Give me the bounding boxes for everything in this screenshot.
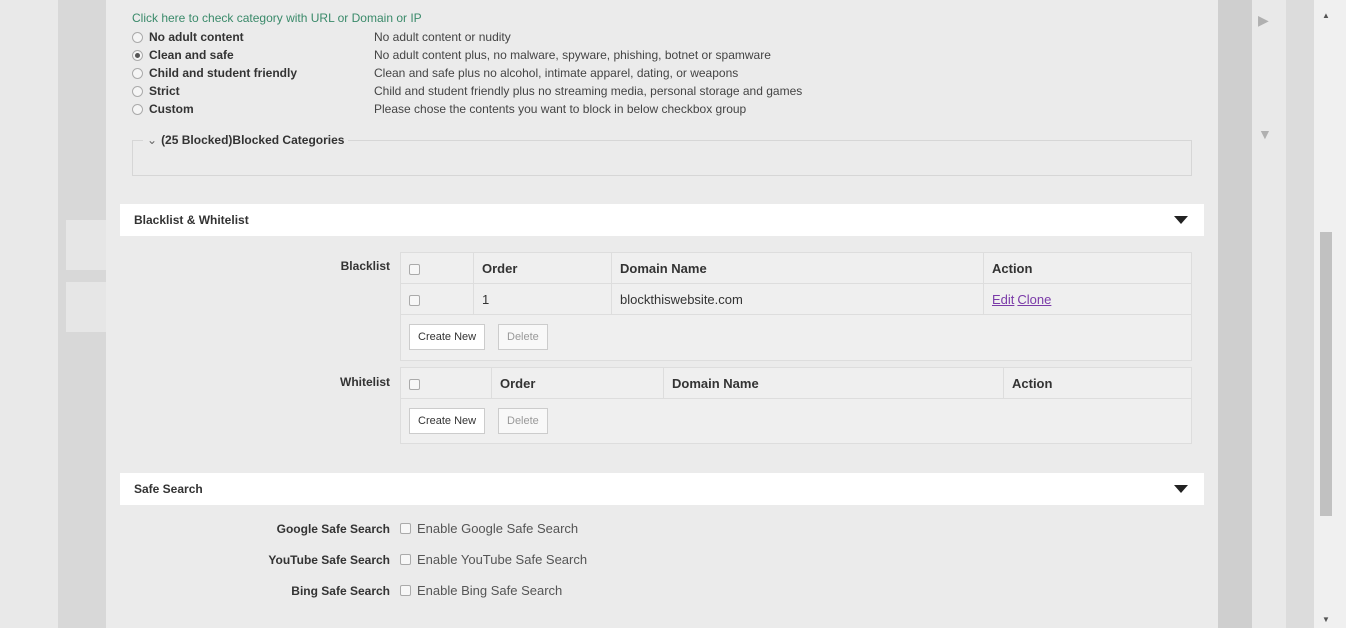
triangle-down-icon: ▼ — [1258, 126, 1272, 142]
blacklist-label: Blacklist — [340, 259, 390, 273]
blacklist-whitelist-header[interactable]: Blacklist & Whitelist — [120, 204, 1204, 236]
option-label: Enable Bing Safe Search — [417, 583, 563, 598]
whitelist-button-row: Create New Delete — [401, 399, 1191, 443]
background-block — [66, 220, 106, 270]
section-title: Safe Search — [134, 482, 203, 496]
play-icon: ▶ — [1258, 12, 1269, 28]
checkbox-icon[interactable] — [400, 585, 411, 596]
whitelist-label: Whitelist — [340, 375, 390, 389]
radio-label: No adult content — [149, 30, 244, 44]
main-panel: Click here to check category with URL or… — [106, 0, 1218, 628]
checkbox-icon[interactable] — [409, 264, 420, 276]
scroll-down-icon[interactable]: ▼ — [1322, 616, 1330, 624]
blacklist-table: Order Domain Name Action 1 blockthiswebs… — [400, 252, 1192, 361]
header-action: Action — [983, 253, 1191, 284]
radio-icon[interactable] — [132, 85, 143, 97]
section-title: Blacklist & Whitelist — [134, 213, 249, 227]
chevron-down-icon[interactable]: ⌄ — [147, 133, 157, 147]
blacklist-button-row: Create New Delete — [401, 315, 1191, 359]
bing-safe-search-label: Bing Safe Search — [291, 584, 390, 598]
row-domain-name: blockthiswebsite.com — [611, 284, 983, 315]
google-safe-search-label: Google Safe Search — [276, 522, 390, 536]
checkbox-icon[interactable] — [409, 379, 420, 391]
radio-description: Child and student friendly plus no strea… — [374, 84, 803, 98]
edit-link[interactable]: Edit — [992, 292, 1014, 307]
caret-down-icon[interactable] — [1174, 485, 1188, 493]
radio-icon[interactable] — [132, 67, 143, 79]
radio-description: No adult content plus, no malware, spywa… — [374, 48, 771, 62]
radio-custom[interactable]: Custom — [132, 101, 399, 117]
radio-label: Clean and safe — [149, 48, 234, 62]
background-right-2: ▶ ▼ — [1252, 0, 1286, 628]
clone-link[interactable]: Clone — [1017, 292, 1051, 307]
table-header-row: Order Domain Name Action — [401, 253, 1191, 284]
radio-child-student-friendly[interactable]: Child and student friendly — [132, 65, 399, 81]
radio-icon[interactable] — [132, 103, 143, 115]
row-actions: Edit Clone — [983, 284, 1191, 315]
radio-description: No adult content or nudity — [374, 30, 511, 44]
check-category-link[interactable]: Click here to check category with URL or… — [132, 11, 422, 25]
background-left-strip — [58, 0, 106, 628]
blocked-categories-toggle[interactable]: ⌄ (25 Blocked)Blocked Categories — [143, 133, 349, 147]
vertical-scrollbar[interactable]: ▲ ▼ — [1314, 0, 1346, 628]
radio-icon[interactable] — [132, 49, 143, 61]
background-right-1 — [1218, 0, 1252, 628]
background-left — [0, 0, 58, 628]
header-order[interactable]: Order — [491, 368, 663, 399]
scroll-up-icon[interactable]: ▲ — [1322, 12, 1330, 20]
header-domain-name[interactable]: Domain Name — [611, 253, 983, 284]
select-all-cell[interactable] — [401, 368, 489, 399]
radio-no-adult-content[interactable]: No adult content — [132, 29, 399, 45]
checkbox-icon[interactable] — [400, 523, 411, 534]
radio-label: Strict — [149, 84, 180, 98]
radio-icon[interactable] — [132, 31, 143, 43]
whitelist-delete-button[interactable]: Delete — [498, 408, 548, 434]
youtube-safe-search-option[interactable]: Enable YouTube Safe Search — [400, 552, 587, 567]
whitelist-create-new-button[interactable]: Create New — [409, 408, 486, 434]
option-label: Enable YouTube Safe Search — [417, 552, 588, 567]
google-safe-search-option[interactable]: Enable Google Safe Search — [400, 521, 578, 536]
background-block — [66, 282, 106, 332]
safe-search-header[interactable]: Safe Search — [120, 473, 1204, 505]
whitelist-table: Order Domain Name Action Create New Dele… — [400, 367, 1192, 444]
radio-label: Custom — [149, 102, 194, 116]
youtube-safe-search-label: YouTube Safe Search — [268, 553, 390, 567]
option-label: Enable Google Safe Search — [417, 521, 579, 536]
blacklist-create-new-button[interactable]: Create New — [409, 324, 486, 350]
radio-clean-and-safe[interactable]: Clean and safe — [132, 47, 399, 63]
radio-description: Clean and safe plus no alcohol, intimate… — [374, 66, 739, 80]
blocked-categories-group: ⌄ (25 Blocked)Blocked Categories — [132, 133, 1192, 176]
bing-safe-search-option[interactable]: Enable Bing Safe Search — [400, 583, 562, 598]
radio-label: Child and student friendly — [149, 66, 298, 80]
radio-description: Please chose the contents you want to bl… — [374, 102, 747, 116]
row-select-cell[interactable] — [401, 284, 471, 315]
radio-strict[interactable]: Strict — [132, 83, 399, 99]
row-order: 1 — [473, 284, 611, 315]
table-header-row: Order Domain Name Action — [401, 368, 1191, 399]
blocked-categories-label: (25 Blocked)Blocked Categories — [161, 133, 345, 147]
select-all-cell[interactable] — [401, 253, 471, 284]
header-order[interactable]: Order — [473, 253, 611, 284]
blacklist-delete-button[interactable]: Delete — [498, 324, 548, 350]
caret-down-icon[interactable] — [1174, 216, 1188, 224]
background-right-3 — [1286, 0, 1314, 628]
checkbox-icon[interactable] — [409, 295, 420, 307]
scrollbar-thumb[interactable] — [1320, 232, 1332, 516]
table-row: 1 blockthiswebsite.com Edit Clone — [401, 284, 1191, 315]
checkbox-icon[interactable] — [400, 554, 411, 565]
header-domain-name[interactable]: Domain Name — [663, 368, 1003, 399]
header-action: Action — [1003, 368, 1191, 399]
